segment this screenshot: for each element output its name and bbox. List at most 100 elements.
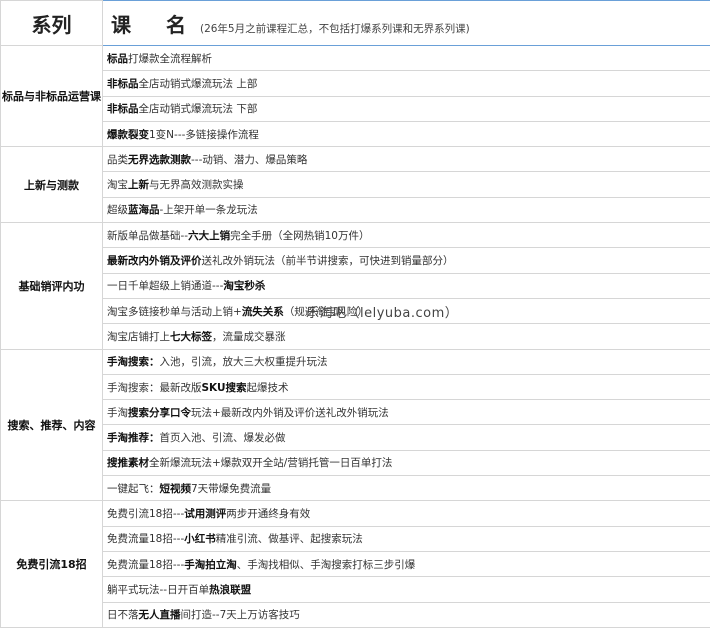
course-text: 起爆技术	[247, 382, 289, 394]
course-text: 免费流量18招---	[107, 533, 184, 545]
course-text: 首页入池、引流、爆发必做	[160, 432, 286, 444]
course-keyword: 小红书	[184, 533, 216, 545]
course-cell: 免费引流18招---试用测评两步开通终身有效	[103, 501, 710, 526]
series-cell: 基础销评内功	[1, 223, 103, 349]
series-cell: 标品与非标品运营课	[1, 46, 103, 147]
course-text: 日不落	[107, 609, 139, 621]
table-row: 躺平式玩法--日开百单热浪联盟	[1, 577, 710, 602]
course-text: 手淘	[107, 407, 128, 419]
course-keyword: 流失关系	[242, 306, 284, 318]
course-cell: 非标品全店动销式爆流玩法 下部	[103, 96, 710, 121]
table-row: 日不落无人直播间打造--7天上万访客技巧	[1, 602, 710, 627]
table-row: 免费流量18招---小红书精准引流、做基评、起搜索玩法	[1, 526, 710, 551]
course-text: 品类	[107, 154, 128, 166]
course-text: 超级	[107, 204, 128, 216]
course-text: 免费流量18招---	[107, 559, 184, 571]
course-text: 玩法+最新改内外销及评价送礼改外销玩法	[191, 407, 389, 419]
course-text: 全店动销式爆流玩法 上部	[139, 78, 258, 90]
header-row: 系列 课 名(26年5月之前课程汇总，不包括打爆系列课和无界系列课)	[1, 1, 710, 46]
course-text: -上架开单一条龙玩法	[160, 204, 258, 216]
course-text: 、手淘找相似、手淘搜索打标三步引爆	[237, 559, 416, 571]
table-row: 一日千单超级上销通道---淘宝秒杀	[1, 273, 710, 298]
course-text: 完全手册（全网热销10万件）	[230, 230, 369, 242]
course-keyword: 手淘推荐：	[107, 432, 160, 444]
course-text: 躺平式玩法--日开百单	[107, 584, 209, 596]
course-keyword: 短视频	[160, 483, 192, 495]
course-cell: 一日千单超级上销通道---淘宝秒杀	[103, 273, 710, 298]
table-row: 淘宝上新与无界高效测款实操	[1, 172, 710, 197]
table-row: 手淘搜索分享口令玩法+最新改内外销及评价送礼改外销玩法	[1, 400, 710, 425]
series-cell: 上新与测款	[1, 147, 103, 223]
course-keyword: 热浪联盟	[209, 584, 251, 596]
course-cell: 品类无界选款测款---动销、潜力、爆品策略	[103, 147, 710, 172]
course-text: 间打造--7天上万访客技巧	[181, 609, 300, 621]
course-text: 两步开通终身有效	[226, 508, 310, 520]
course-keyword: 标品	[107, 53, 128, 65]
table-row: 超级蓝海品-上架开单一条龙玩法	[1, 197, 710, 222]
table-row: 搜推素材全新爆流玩法+爆款双开全站/营销托管一日百单打法	[1, 450, 710, 475]
course-text: 1变N---多链接操作流程	[149, 129, 259, 141]
course-text: 精准引流、做基评、起搜索玩法	[216, 533, 363, 545]
course-cell: 免费流量18招---小红书精准引流、做基评、起搜索玩法	[103, 526, 710, 551]
course-keyword: 六大上销	[188, 230, 230, 242]
course-text: 手淘搜索：最新改版	[107, 382, 202, 394]
course-keyword: SKU搜索	[202, 382, 247, 394]
course-cell: 一键起飞：短视频7天带爆免费流量	[103, 476, 710, 501]
table-row: 手淘推荐：首页入池、引流、爆发必做	[1, 425, 710, 450]
series-header: 系列	[1, 1, 103, 46]
course-cell: 标品打爆款全流程解析	[103, 46, 710, 71]
course-text: 全新爆流玩法+爆款双开全站/营销托管一日百单打法	[149, 457, 392, 469]
course-text: 新版单品做基础--	[107, 230, 188, 242]
course-text: 打爆款全流程解析	[128, 53, 212, 65]
course-keyword: 最新改内外销及评价	[107, 255, 202, 267]
course-cell: 超级蓝海品-上架开单一条龙玩法	[103, 197, 710, 222]
course-keyword: 非标品	[107, 103, 139, 115]
course-keyword: 爆款裂变	[107, 129, 149, 141]
course-cell: 淘宝上新与无界高效测款实操	[103, 172, 710, 197]
course-text: 入池，引流，放大三大权重提升玩法	[160, 356, 328, 368]
course-keyword: 蓝海品	[128, 204, 160, 216]
table-row: 基础销评内功新版单品做基础--六大上销完全手册（全网热销10万件）	[1, 223, 710, 248]
series-cell: 免费引流18招	[1, 501, 103, 627]
course-name-note: (26年5月之前课程汇总，不包括打爆系列课和无界系列课)	[200, 23, 470, 35]
table-row: 免费流量18招---手淘拍立淘、手淘找相似、手淘搜索打标三步引爆	[1, 551, 710, 576]
course-text: 全店动销式爆流玩法 下部	[139, 103, 258, 115]
course-cell: 最新改内外销及评价送礼改外销玩法（前半节讲搜索，可快进到销量部分）	[103, 248, 710, 273]
course-cell: 手淘搜索：入池，引流，放大三大权重提升玩法	[103, 349, 710, 374]
watermark: 乐淘吧（lelyuba.com）	[306, 302, 458, 321]
course-text: 淘宝店铺打上	[107, 331, 170, 343]
course-cell: 免费流量18招---手淘拍立淘、手淘找相似、手淘搜索打标三步引爆	[103, 551, 710, 576]
course-text: 送礼改外销玩法（前半节讲搜索，可快进到销量部分）	[202, 255, 454, 267]
course-keyword: 试用测评	[184, 508, 226, 520]
course-text: ---动销、潜力、爆品策略	[191, 154, 307, 166]
table-row: 标品与非标品运营课标品打爆款全流程解析	[1, 46, 710, 71]
course-keyword: 无人直播	[139, 609, 181, 621]
table-row: 淘宝店铺打上七大标签，流量成交暴涨	[1, 324, 710, 349]
course-text: 免费引流18招---	[107, 508, 184, 520]
course-keyword: 搜索分享口令	[128, 407, 191, 419]
course-keyword: 上新	[128, 179, 149, 191]
table-row: 搜索、推荐、内容手淘搜索：入池，引流，放大三大权重提升玩法	[1, 349, 710, 374]
table-row: 上新与测款品类无界选款测款---动销、潜力、爆品策略	[1, 147, 710, 172]
table-row: 手淘搜索：最新改版SKU搜索起爆技术	[1, 374, 710, 399]
course-text: ，流量成交暴涨	[212, 331, 286, 343]
course-keyword: 七大标签	[170, 331, 212, 343]
course-cell: 躺平式玩法--日开百单热浪联盟	[103, 577, 710, 602]
course-cell: 非标品全店动销式爆流玩法 上部	[103, 71, 710, 96]
course-name-header[interactable]: 课 名(26年5月之前课程汇总，不包括打爆系列课和无界系列课)	[103, 1, 710, 46]
course-keyword: 手淘搜索：	[107, 356, 160, 368]
course-text: 淘宝	[107, 179, 128, 191]
course-cell: 淘宝店铺打上七大标签，流量成交暴涨	[103, 324, 710, 349]
course-name-label: 课 名	[111, 13, 200, 37]
series-cell: 搜索、推荐、内容	[1, 349, 103, 501]
course-keyword: 搜推素材	[107, 457, 149, 469]
course-cell: 新版单品做基础--六大上销完全手册（全网热销10万件）	[103, 223, 710, 248]
course-text: 与无界高效测款实操	[149, 179, 244, 191]
table-row: 爆款裂变1变N---多链接操作流程	[1, 121, 710, 146]
course-text: 7天带爆免费流量	[191, 483, 271, 495]
table-row: 非标品全店动销式爆流玩法 上部	[1, 71, 710, 96]
course-keyword: 无界选款测款	[128, 154, 191, 166]
course-cell: 爆款裂变1变N---多链接操作流程	[103, 121, 710, 146]
course-cell: 手淘推荐：首页入池、引流、爆发必做	[103, 425, 710, 450]
course-keyword: 非标品	[107, 78, 139, 90]
